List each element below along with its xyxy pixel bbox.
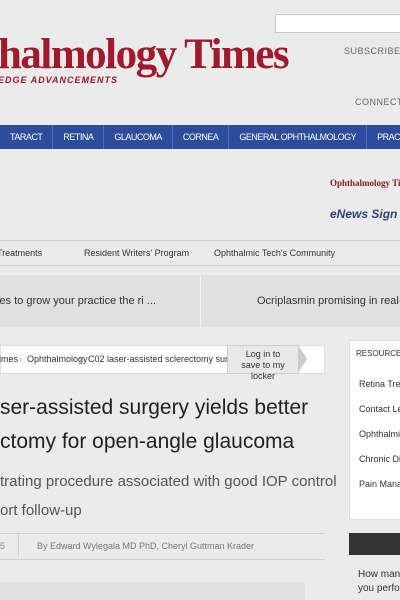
nav-item-retina[interactable]: RETINA	[53, 125, 105, 149]
poll-header-bar	[349, 533, 400, 555]
article-subhead-line2: ort follow-up	[0, 502, 82, 519]
resource-center-panel: RESOURCE CENT Retina Treat Contact Lens …	[349, 340, 400, 520]
save-to-locker-button[interactable]: Log in to save to my locker	[227, 345, 299, 381]
news-ticker: ies to grow your practice the ri ... Ocr…	[0, 275, 400, 327]
poll-question-line1: How many p	[358, 569, 400, 580]
ticker-divider	[200, 275, 201, 327]
ticker-item-right[interactable]: Ocriplasmin promising in real-world	[257, 275, 400, 327]
nav-item-cornea[interactable]: CORNEA	[173, 125, 230, 149]
resource-item-contact-lens[interactable]: Contact Lens	[359, 404, 400, 414]
subnav-item-resident-writers[interactable]: Resident Writers' Program	[84, 241, 189, 265]
ophthalmology-times-small-logo[interactable]: Ophthalmology Times	[330, 178, 400, 188]
breadcrumb: imes › Ophthalmology › C02 laser-assiste…	[0, 345, 325, 381]
poll-question-line2: you perform	[358, 583, 400, 594]
main-nav: TARACT RETINA GLAUCOMA CORNEA GENERAL OP…	[0, 125, 400, 149]
nav-item-glaucoma[interactable]: GLAUCOMA	[104, 125, 173, 149]
sub-nav: Treatments Resident Writers' Program Oph…	[0, 240, 400, 266]
article-subhead-line1: trating procedure associated with good I…	[0, 473, 337, 490]
subnav-item-treatments[interactable]: Treatments	[0, 241, 42, 265]
search-input[interactable]	[275, 14, 400, 33]
resource-item-chronic-disease[interactable]: Chronic Dise	[359, 454, 400, 464]
ticker-item-left[interactable]: ies to grow your practice the ri ...	[0, 275, 197, 327]
site-logo-title[interactable]: halmology Times	[0, 30, 290, 79]
resource-center-title: RESOURCE CENT	[356, 349, 400, 358]
locker-button-line2: save to my locker	[241, 360, 285, 381]
article-image	[0, 582, 305, 600]
poll-question[interactable]: How many p you perform	[358, 568, 400, 596]
article-headline-line1: ser-assisted surgery yields better	[0, 396, 309, 419]
subnav-item-tech-community[interactable]: Ophthalmic Tech's Community	[214, 241, 335, 265]
site-logo-tagline: EDGE ADVANCEMENTS	[0, 75, 119, 85]
locker-arrow-icon	[298, 345, 307, 373]
enews-signup-link[interactable]: eNews Sign up	[330, 207, 400, 221]
nav-item-practice-management[interactable]: PRACTICE MANAGEMENT	[367, 125, 400, 149]
site-header: halmology Times EDGE ADVANCEMENTS SUBSCR…	[0, 0, 400, 125]
nav-item-general-ophthalmology[interactable]: GENERAL OPHTHALMOLOGY	[229, 125, 368, 149]
article-date: 5	[0, 541, 6, 551]
resource-item-retina[interactable]: Retina Treat	[359, 379, 400, 389]
connect-label: CONNECT:	[355, 97, 400, 107]
breadcrumb-separator-icon: ›	[19, 354, 22, 364]
subscribe-label[interactable]: SUBSCRIBE: D	[344, 46, 400, 56]
breadcrumb-item-home[interactable]: imes	[0, 346, 18, 373]
breadcrumb-separator-icon: ›	[79, 354, 82, 364]
article-authors[interactable]: By Edward Wylegala MD PhD, Cheryl Guttma…	[37, 534, 254, 558]
article-headline-line2: ctomy for open-angle glaucoma	[0, 430, 295, 453]
breadcrumb-item-current: C02 laser-assisted sclerectomy surgery	[88, 354, 246, 364]
byline-divider	[18, 534, 19, 558]
resource-item-ophthalmic-tech[interactable]: Ophthalmic T	[359, 429, 400, 439]
resource-item-pain-management[interactable]: Pain Manage	[359, 479, 400, 489]
nav-item-cataract[interactable]: TARACT	[0, 125, 54, 149]
locker-button-line1: Log in to	[245, 349, 281, 359]
article-byline: 5 By Edward Wylegala MD PhD, Cheryl Gutt…	[0, 533, 325, 560]
